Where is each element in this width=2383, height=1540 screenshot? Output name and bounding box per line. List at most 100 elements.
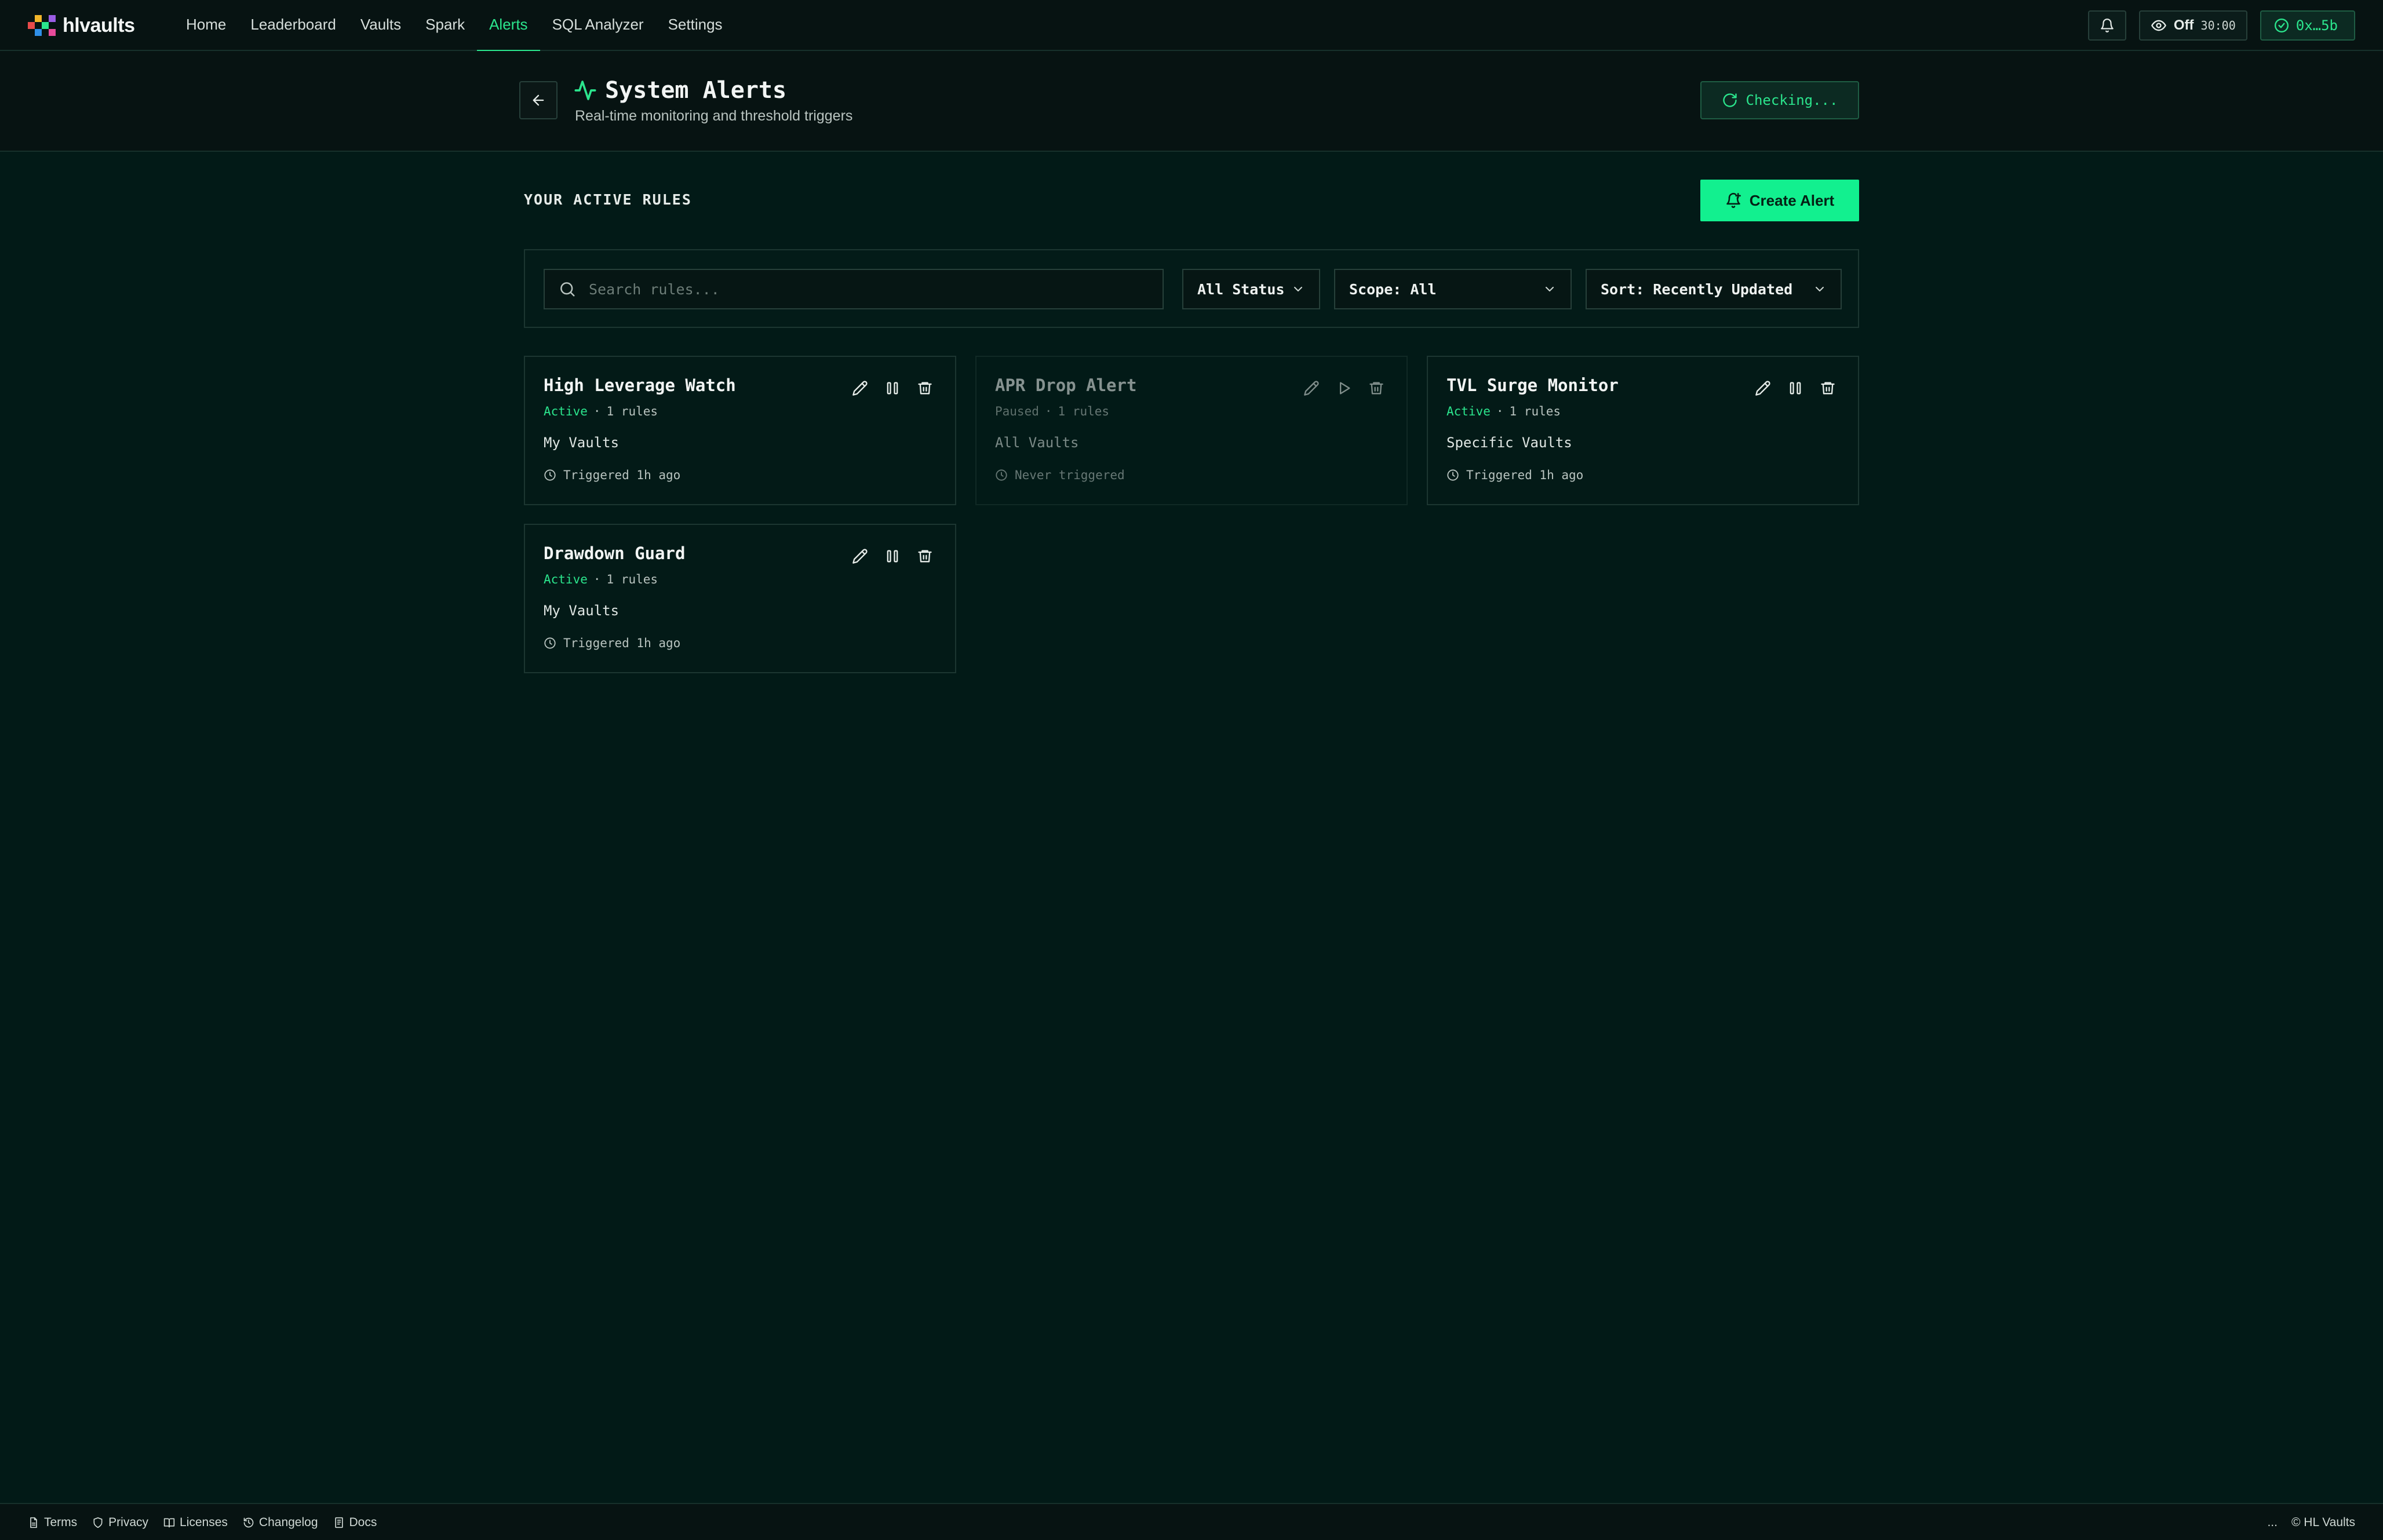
wallet-button[interactable]: 0x…5b [2260,10,2355,41]
rule-trigger-text: Triggered 1h ago [1466,468,1584,482]
pause-icon [887,382,898,395]
clock-icon [1447,469,1459,481]
page-subtitle: Real-time monitoring and threshold trigg… [575,108,853,124]
pause-icon [1790,382,1801,395]
delete-rule-button[interactable] [1819,379,1837,397]
search-box [544,269,1164,309]
rule-card-actions [1302,379,1386,397]
pause-rule-button[interactable] [1786,379,1805,397]
footer-link-licenses[interactable]: Licenses [163,1516,228,1530]
sort-value: Sort: Recently Updated [1601,280,1793,298]
refresh-icon [1722,93,1737,107]
rule-card-meta: Active · 1 rules [1446,404,1561,418]
edit-rule-button[interactable] [851,547,869,565]
rule-card-actions [851,379,934,397]
nav-link-vaults[interactable]: Vaults [348,0,413,51]
shield-icon [93,1517,103,1528]
rule-count: 1 rules [606,404,658,418]
footer-link-changelog[interactable]: Changelog [243,1516,318,1530]
page-title: System Alerts [605,77,787,104]
rule-card-title: High Leverage Watch [544,375,736,395]
rule-card-tvl-surge-monitor[interactable]: TVL Surge Monitor Active · 1 rules Speci… [1427,356,1859,505]
checking-status-label: Checking... [1746,92,1838,108]
status-filter-select[interactable]: All Status [1182,269,1320,309]
rule-card-apr-drop-alert[interactable]: APR Drop Alert Paused · 1 rules All Vaul… [975,356,1408,505]
check-circle-icon [2274,18,2289,33]
footer-link-label: Terms [44,1516,78,1529]
chevron-down-icon [1816,287,1824,291]
pause-rule-button[interactable] [883,547,902,565]
document-icon [334,1517,343,1528]
watch-mode-timer: 30:00 [2200,19,2236,32]
meta-separator: · [593,404,601,418]
delete-rule-button[interactable] [916,379,934,397]
edit-rule-button[interactable] [851,379,869,397]
brand-name: hlvaults [63,14,135,37]
rule-count: 1 rules [606,572,658,586]
chevron-down-icon [1294,287,1302,291]
status-filter-value: All Status [1197,280,1285,298]
wallet-address: 0x…5b [2295,17,2338,34]
checking-status-button[interactable]: Checking... [1700,81,1859,119]
rule-scope: My Vaults [544,435,620,451]
resume-rule-button[interactable] [1335,379,1353,397]
notifications-button[interactable] [2087,10,2126,41]
rule-status: Active [544,404,588,418]
nav-link-alerts[interactable]: Alerts [477,0,541,52]
brand-logo-link[interactable]: hlvaults [28,13,135,38]
pencil-icon [852,549,868,564]
footer-link-terms[interactable]: Terms [28,1516,77,1530]
scope-filter-select[interactable]: Scope: All [1334,269,1572,309]
delete-rule-button[interactable] [1367,379,1386,397]
clock-icon [996,469,1007,481]
nav-right-controls: Off 30:00 0x…5b [2087,10,2355,41]
edit-rule-button[interactable] [1754,379,1772,397]
nav-link-sql-analyzer[interactable]: SQL Analyzer [540,0,656,51]
nav-links: Home Leaderboard Vaults Spark Alerts SQL… [174,0,735,52]
nav-link-leaderboard[interactable]: Leaderboard [238,0,348,51]
arrow-left-icon [533,94,544,106]
back-button[interactable] [519,81,558,119]
footer-link-label: Docs [349,1516,377,1529]
rule-card-title: APR Drop Alert [995,375,1137,395]
watch-mode-toggle[interactable]: Off 30:00 [2138,10,2247,41]
rule-count: 1 rules [1509,404,1561,418]
trash-icon [1369,382,1383,395]
rule-card-high-leverage-watch[interactable]: High Leverage Watch Active · 1 rules My … [524,356,956,505]
rule-card-title: TVL Surge Monitor [1446,375,1619,395]
footer-link-privacy[interactable]: Privacy [92,1516,148,1530]
page-header: System Alerts Real-time monitoring and t… [0,51,2383,152]
bell-icon [2101,19,2114,32]
chevron-down-icon [1546,287,1554,291]
filter-bar: All Status Scope: All Sort: Recently Upd… [524,249,1859,328]
footer-link-docs[interactable]: Docs [333,1516,377,1530]
delete-rule-button[interactable] [916,547,934,565]
scope-filter-value: Scope: All [1349,280,1437,298]
rule-card-meta: Paused · 1 rules [995,404,1109,418]
trash-icon [1821,382,1835,395]
pause-icon [887,550,898,563]
rule-scope: My Vaults [544,603,620,619]
nav-link-settings[interactable]: Settings [656,0,735,51]
footer-dots: ... [2267,1516,2278,1529]
footer-link-label: Privacy [108,1516,149,1529]
eye-icon [2151,20,2166,31]
rule-trigger-info: Never triggered [995,468,1125,482]
footer-link-label: Changelog [258,1516,318,1529]
rule-trigger-info: Triggered 1h ago [1446,468,1583,482]
footer-links: Terms Privacy Licenses Changelog Docs [28,1504,377,1540]
rule-scope: Specific Vaults [1446,435,1572,451]
hlvaults-logo-icon [28,14,58,37]
rule-card-actions [851,547,934,565]
play-icon [1340,382,1350,395]
nav-link-home[interactable]: Home [174,0,238,51]
rule-trigger-info: Triggered 1h ago [544,468,680,482]
nav-link-spark[interactable]: Spark [413,0,477,51]
pause-rule-button[interactable] [883,379,902,397]
rule-card-drawdown-guard[interactable]: Drawdown Guard Active · 1 rules My Vault… [524,524,956,673]
create-alert-button[interactable]: Create Alert [1700,180,1859,221]
pencil-icon [852,381,868,396]
sort-select[interactable]: Sort: Recently Updated [1586,269,1842,309]
edit-rule-button[interactable] [1302,379,1321,397]
search-input[interactable] [589,280,1145,298]
